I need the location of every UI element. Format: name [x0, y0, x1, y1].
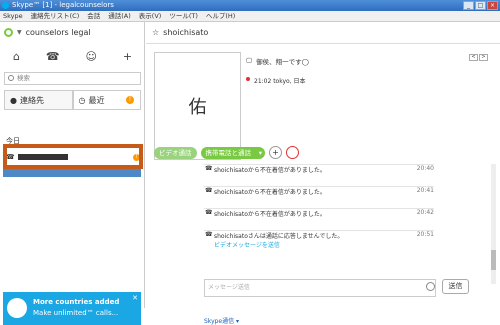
call-actions: ビデオ通話 携帯電話と通話 ▾ +: [154, 146, 299, 159]
menu-contacts[interactable]: 連絡先リスト(C): [31, 11, 80, 21]
avatar-glyph: 佑: [188, 97, 207, 118]
notification-badge: !: [126, 96, 134, 104]
online-status-icon: [4, 28, 13, 37]
window-title: Skype™ [1] - legalcounselors: [12, 1, 114, 9]
prev-button[interactable]: <: [469, 54, 478, 61]
add-button[interactable]: +: [269, 146, 282, 159]
conversation-header: ☆ shoichisato: [146, 22, 500, 44]
tab-contacts[interactable]: ● 連絡先: [4, 90, 73, 110]
next-button[interactable]: >: [479, 54, 488, 61]
mood-text: 御侯、翔一です◯: [256, 58, 309, 66]
phone-icon: ☎: [205, 231, 213, 238]
star-icon[interactable]: ☆: [152, 28, 159, 37]
signal-icon[interactable]: [286, 146, 299, 159]
location-icon: [246, 77, 250, 81]
skype-logo-icon: [2, 2, 9, 9]
sidebar-toolbar: ⌂ ☎ ☺ +: [0, 50, 145, 63]
message-text: shoichisatoから不在着信がありました。: [214, 189, 326, 196]
menu-skype[interactable]: Skype: [3, 11, 23, 21]
add-contact-icon[interactable]: +: [123, 50, 132, 63]
profile-picture: 佑: [154, 52, 241, 160]
window-controls: _ □ ×: [463, 1, 498, 10]
phone-icon: ☎: [205, 187, 213, 194]
contacts-icon: ●: [10, 95, 17, 105]
send-button[interactable]: 送信: [442, 279, 469, 294]
message-time: 20:51: [416, 231, 434, 238]
footer-link[interactable]: Skype通信 ▾: [204, 316, 239, 325]
menu-conversation[interactable]: 会話: [87, 11, 100, 21]
selected-row[interactable]: [3, 169, 141, 177]
user-name: counselors legal: [25, 28, 91, 37]
chevron-down-icon: ▼: [17, 29, 22, 36]
ad-line-1: More countries added: [33, 298, 120, 306]
user-status[interactable]: ▼ counselors legal: [4, 28, 91, 37]
sidebar: ▼ counselors legal ⌂ ☎ ☺ + 検索 ● 連絡先 ◷ 最近…: [0, 22, 145, 325]
phone-icon[interactable]: ☎: [46, 50, 60, 63]
ad-banner[interactable]: More countries added Make unlimited™ cal…: [3, 292, 141, 325]
message: ☎ shoichisatoから不在着信がありました。 20:41: [204, 186, 434, 200]
contact-tabs: ● 連絡先 ◷ 最近 !: [4, 90, 141, 110]
title-bar: Skype™ [1] - legalcounselors _ □ ×: [0, 0, 500, 11]
location-text: 21:02 tokyo, 日本: [254, 78, 306, 85]
home-icon[interactable]: ⌂: [13, 50, 20, 63]
menu-bar: Skype 連絡先リスト(C) 会話 通話(A) 表示(V) ツール(T) ヘル…: [0, 11, 500, 22]
location: 21:02 tokyo, 日本: [246, 76, 306, 85]
message-time: 20:41: [416, 187, 434, 194]
message-text: shoichisatoから不在着信がありました。: [214, 211, 326, 218]
message-time: 20:40: [416, 165, 434, 172]
mobile-call-button[interactable]: 携帯電話と通話 ▾: [200, 146, 265, 159]
close-button[interactable]: ×: [487, 1, 498, 10]
emoticon-icon[interactable]: [426, 282, 435, 291]
menu-help[interactable]: ヘルプ(H): [206, 11, 235, 21]
message-text: shoichisatoから不在着信がありました。: [214, 167, 326, 174]
tab-contacts-label: 連絡先: [19, 95, 44, 105]
chevron-down-icon: ▾: [258, 148, 262, 157]
message: ☎ shoichisatoから不在着信がありました。 20:42: [204, 208, 434, 222]
search-placeholder: 検索: [17, 74, 30, 82]
message-input[interactable]: メッセージ送信: [204, 279, 436, 297]
menu-call[interactable]: 通話(A): [108, 11, 131, 21]
chat-history: ☎ shoichisatoから不在着信がありました。 20:40 ☎ shoic…: [204, 164, 434, 276]
scrollbar[interactable]: [491, 164, 496, 284]
phone-icon: ☎: [205, 165, 213, 172]
highlight-box: [3, 144, 143, 169]
globe-icon: [7, 298, 27, 318]
minimize-button[interactable]: _: [463, 1, 474, 10]
video-message-link[interactable]: ビデオメッセージを送信: [214, 240, 434, 249]
search-input[interactable]: 検索: [4, 72, 141, 85]
mood-icon: ▢: [246, 56, 253, 64]
phone-icon: ☎: [205, 209, 213, 216]
maximize-button[interactable]: □: [475, 1, 486, 10]
group-icon[interactable]: ☺: [85, 50, 96, 63]
message: ☎ shoichisatoから不在着信がありました。 20:40: [204, 164, 434, 178]
video-call-button[interactable]: ビデオ通話: [154, 146, 197, 159]
close-icon[interactable]: ✕: [132, 294, 138, 302]
menu-view[interactable]: 表示(V): [139, 11, 162, 21]
conversation-pane: ☆ shoichisato 佑 ▢ 御侯、翔一です◯ 21:02 tokyo, …: [146, 22, 500, 325]
mood-message: ▢ 御侯、翔一です◯: [246, 56, 309, 66]
call-label: 携帯電話と通話: [205, 148, 252, 157]
search-icon: [8, 75, 14, 81]
scrollbar-thumb[interactable]: [491, 250, 496, 270]
tab-recent[interactable]: ◷ 最近 !: [72, 90, 141, 110]
message-time: 20:42: [416, 209, 434, 216]
clock-icon: ◷: [78, 95, 86, 105]
ad-line-2: Make unlimited™ calls...: [33, 309, 119, 317]
message: ☎ shoichisatoさんは通話に応答しませんでした。 20:51 ビデオメ…: [204, 230, 434, 252]
profile-pager: < >: [469, 54, 488, 61]
contact-name: shoichisato: [163, 28, 209, 37]
message-text: shoichisatoさんは通話に応答しませんでした。: [214, 233, 344, 240]
menu-tools[interactable]: ツール(T): [169, 11, 198, 21]
tab-recent-label: 最近: [88, 95, 105, 105]
